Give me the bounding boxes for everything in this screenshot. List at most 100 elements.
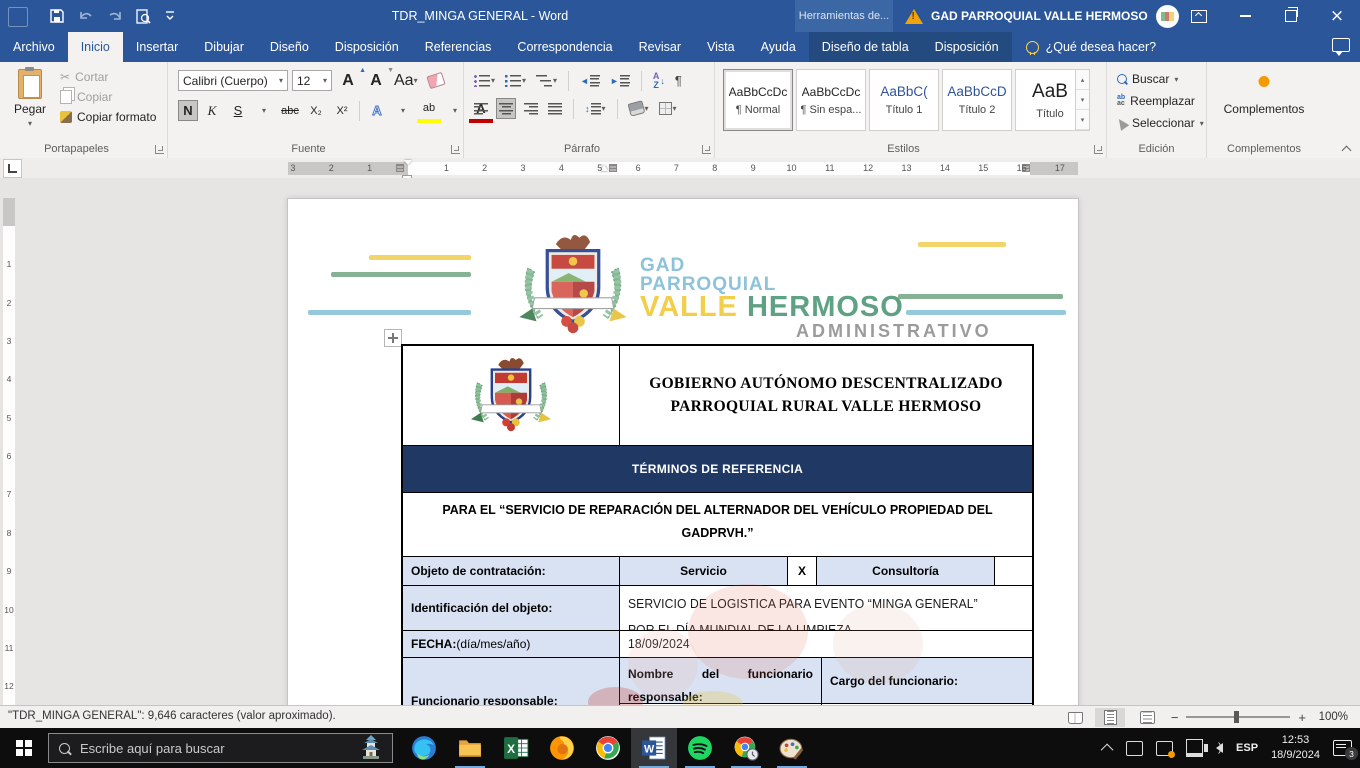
replace-button[interactable]: abacReemplazar [1117, 94, 1204, 108]
tab-revisar[interactable]: Revisar [626, 32, 694, 62]
dialog-launcher-icon[interactable] [155, 145, 164, 154]
restore-button[interactable] [1268, 0, 1314, 32]
line-spacing-button[interactable]: ↕▾ [583, 98, 608, 119]
tab-referencias[interactable]: Referencias [412, 32, 505, 62]
borders-button[interactable]: ▾ [657, 98, 679, 119]
align-right-button[interactable] [522, 98, 540, 119]
network-icon[interactable] [1186, 739, 1203, 757]
tab-inicio[interactable]: Inicio [68, 32, 123, 62]
clock[interactable]: 12:5318/9/2024 [1271, 733, 1320, 763]
underline-button[interactable]: S [226, 100, 250, 121]
font-size-combo[interactable]: 12▾ [292, 70, 332, 91]
decrease-indent-button[interactable]: ◄ [578, 70, 602, 91]
document-alert[interactable]: GAD PARROQUIAL VALLE HERMOSO [905, 0, 1179, 32]
dialog-launcher-icon[interactable] [1094, 145, 1103, 154]
tab-vista[interactable]: Vista [694, 32, 748, 62]
taskbar-app-paint[interactable] [769, 728, 815, 768]
taskbar-app-spotify[interactable] [677, 728, 723, 768]
close-button[interactable]: × [1314, 0, 1360, 32]
copy-button[interactable]: Copiar [60, 90, 156, 104]
tab-disposicion[interactable]: Disposición [322, 32, 412, 62]
tdr-table[interactable]: GOBIERNO AUTÓNOMO DESCENTRALIZADOPARROQU… [401, 344, 1034, 705]
taskbar-search[interactable]: Escribe aquí para buscar [48, 733, 393, 763]
sync-status-icon[interactable] [1156, 741, 1173, 756]
char-count-status[interactable]: "TDR_MINGA GENERAL": 9,646 caracteres (v… [8, 710, 336, 722]
select-button[interactable]: Seleccionar▾ [1117, 116, 1204, 130]
undo-icon[interactable] [78, 10, 94, 23]
text-effects-chevron[interactable]: ▾ [391, 100, 415, 121]
cut-button[interactable]: ✂Cortar [60, 70, 156, 84]
start-button[interactable] [0, 728, 48, 768]
language-indicator[interactable]: ESP [1236, 742, 1258, 754]
tab-diseno[interactable]: Diseño [257, 32, 322, 62]
h-ruler[interactable]: 3211234567891011121314151617 [288, 162, 1078, 175]
sort-button[interactable]: AZ↓ [651, 70, 667, 91]
style-sin-espaciado[interactable]: AaBbCcDc¶ Sin espa... [796, 69, 866, 131]
zoom-percentage[interactable]: 100% [1314, 711, 1348, 723]
taskbar-app-edge[interactable] [401, 728, 447, 768]
tab-disposicion-tabla[interactable]: Disposición [922, 32, 1012, 62]
customize-qat-icon[interactable] [165, 10, 175, 22]
justify-button[interactable] [546, 98, 564, 119]
bullets-button[interactable]: ▾ [472, 70, 497, 91]
dialog-launcher-icon[interactable] [702, 145, 711, 154]
grow-font-button[interactable]: A▲ [336, 70, 360, 91]
tell-me-box[interactable]: ¿Qué desea hacer? [1012, 32, 1171, 62]
redo-icon[interactable] [108, 10, 122, 23]
touch-keyboard-icon[interactable] [1126, 741, 1143, 756]
tab-correspondencia[interactable]: Correspondencia [504, 32, 625, 62]
taskbar-app-word[interactable]: W [631, 728, 677, 768]
superscript-button[interactable]: X² [330, 100, 354, 121]
document-page[interactable]: GAD PARROQUIAL VALLE HERMOSO ADMINISTRAT… [287, 198, 1079, 705]
taskbar-app-chrome[interactable] [585, 728, 631, 768]
format-painter-button[interactable]: Copiar formato [60, 110, 156, 124]
style-titulo-1[interactable]: AaBbC(Título 1 [869, 69, 939, 131]
tab-selector[interactable] [3, 159, 22, 178]
paste-button[interactable]: Pegar ▾ [8, 69, 52, 137]
action-center-icon[interactable]: 3 [1333, 740, 1352, 756]
print-layout-button[interactable] [1095, 708, 1125, 727]
taskbar-app-explorer[interactable] [447, 728, 493, 768]
table-move-handle[interactable] [384, 329, 402, 347]
zoom-out-button[interactable]: − [1171, 710, 1179, 725]
first-line-indent-marker[interactable] [404, 160, 413, 169]
align-center-button[interactable] [496, 98, 516, 119]
styles-gallery-scroll[interactable]: ▴▾▾ [1075, 69, 1090, 131]
tray-expand-icon[interactable] [1101, 743, 1114, 756]
multilevel-list-button[interactable]: ▾ [534, 70, 559, 91]
print-preview-icon[interactable] [136, 9, 151, 24]
strikethrough-button[interactable]: abc [278, 100, 302, 121]
dialog-launcher-icon[interactable] [451, 145, 460, 154]
shading-button[interactable]: ▾ [627, 98, 651, 119]
v-ruler[interactable]: 123456789101112 [3, 198, 15, 705]
highlight-button[interactable]: ab [417, 98, 441, 123]
minimize-button[interactable] [1222, 0, 1268, 32]
italic-button[interactable]: K [200, 100, 224, 121]
table-column-marker[interactable] [396, 164, 404, 172]
collapse-ribbon-icon[interactable] [1342, 146, 1352, 152]
increase-indent-button[interactable]: ► [608, 70, 632, 91]
table-column-marker[interactable] [609, 164, 617, 172]
taskbar-app-firefox[interactable] [539, 728, 585, 768]
style-normal[interactable]: AaBbCcDc¶ Normal [723, 69, 793, 131]
show-marks-button[interactable]: ¶ [673, 70, 684, 91]
zoom-slider[interactable] [1186, 716, 1290, 718]
align-left-button[interactable] [472, 98, 490, 119]
zoom-in-button[interactable]: + [1298, 710, 1306, 725]
document-area[interactable]: 123456789101112 GAD PARROQUIAL VALLE HER… [0, 178, 1360, 705]
font-family-combo[interactable]: Calibri (Cuerpo)▾ [178, 70, 288, 91]
text-effects-button[interactable]: A [365, 100, 389, 121]
numbering-button[interactable]: ▾ [503, 70, 528, 91]
clear-format-button[interactable] [424, 70, 448, 91]
tab-archivo[interactable]: Archivo [0, 32, 68, 62]
web-layout-button[interactable] [1132, 708, 1162, 727]
tab-diseno-de-tabla[interactable]: Diseño de tabla [809, 32, 922, 62]
taskbar-app-excel[interactable]: X [493, 728, 539, 768]
volume-icon[interactable] [1216, 743, 1223, 753]
taskbar-app-chrome-profile[interactable] [723, 728, 769, 768]
save-icon[interactable] [50, 9, 64, 23]
shrink-font-button[interactable]: A▼ [364, 70, 388, 91]
zoom-slider-thumb[interactable] [1234, 711, 1239, 723]
addins-button[interactable]: Complementos [1207, 102, 1321, 116]
subscript-button[interactable]: X₂ [304, 100, 328, 121]
